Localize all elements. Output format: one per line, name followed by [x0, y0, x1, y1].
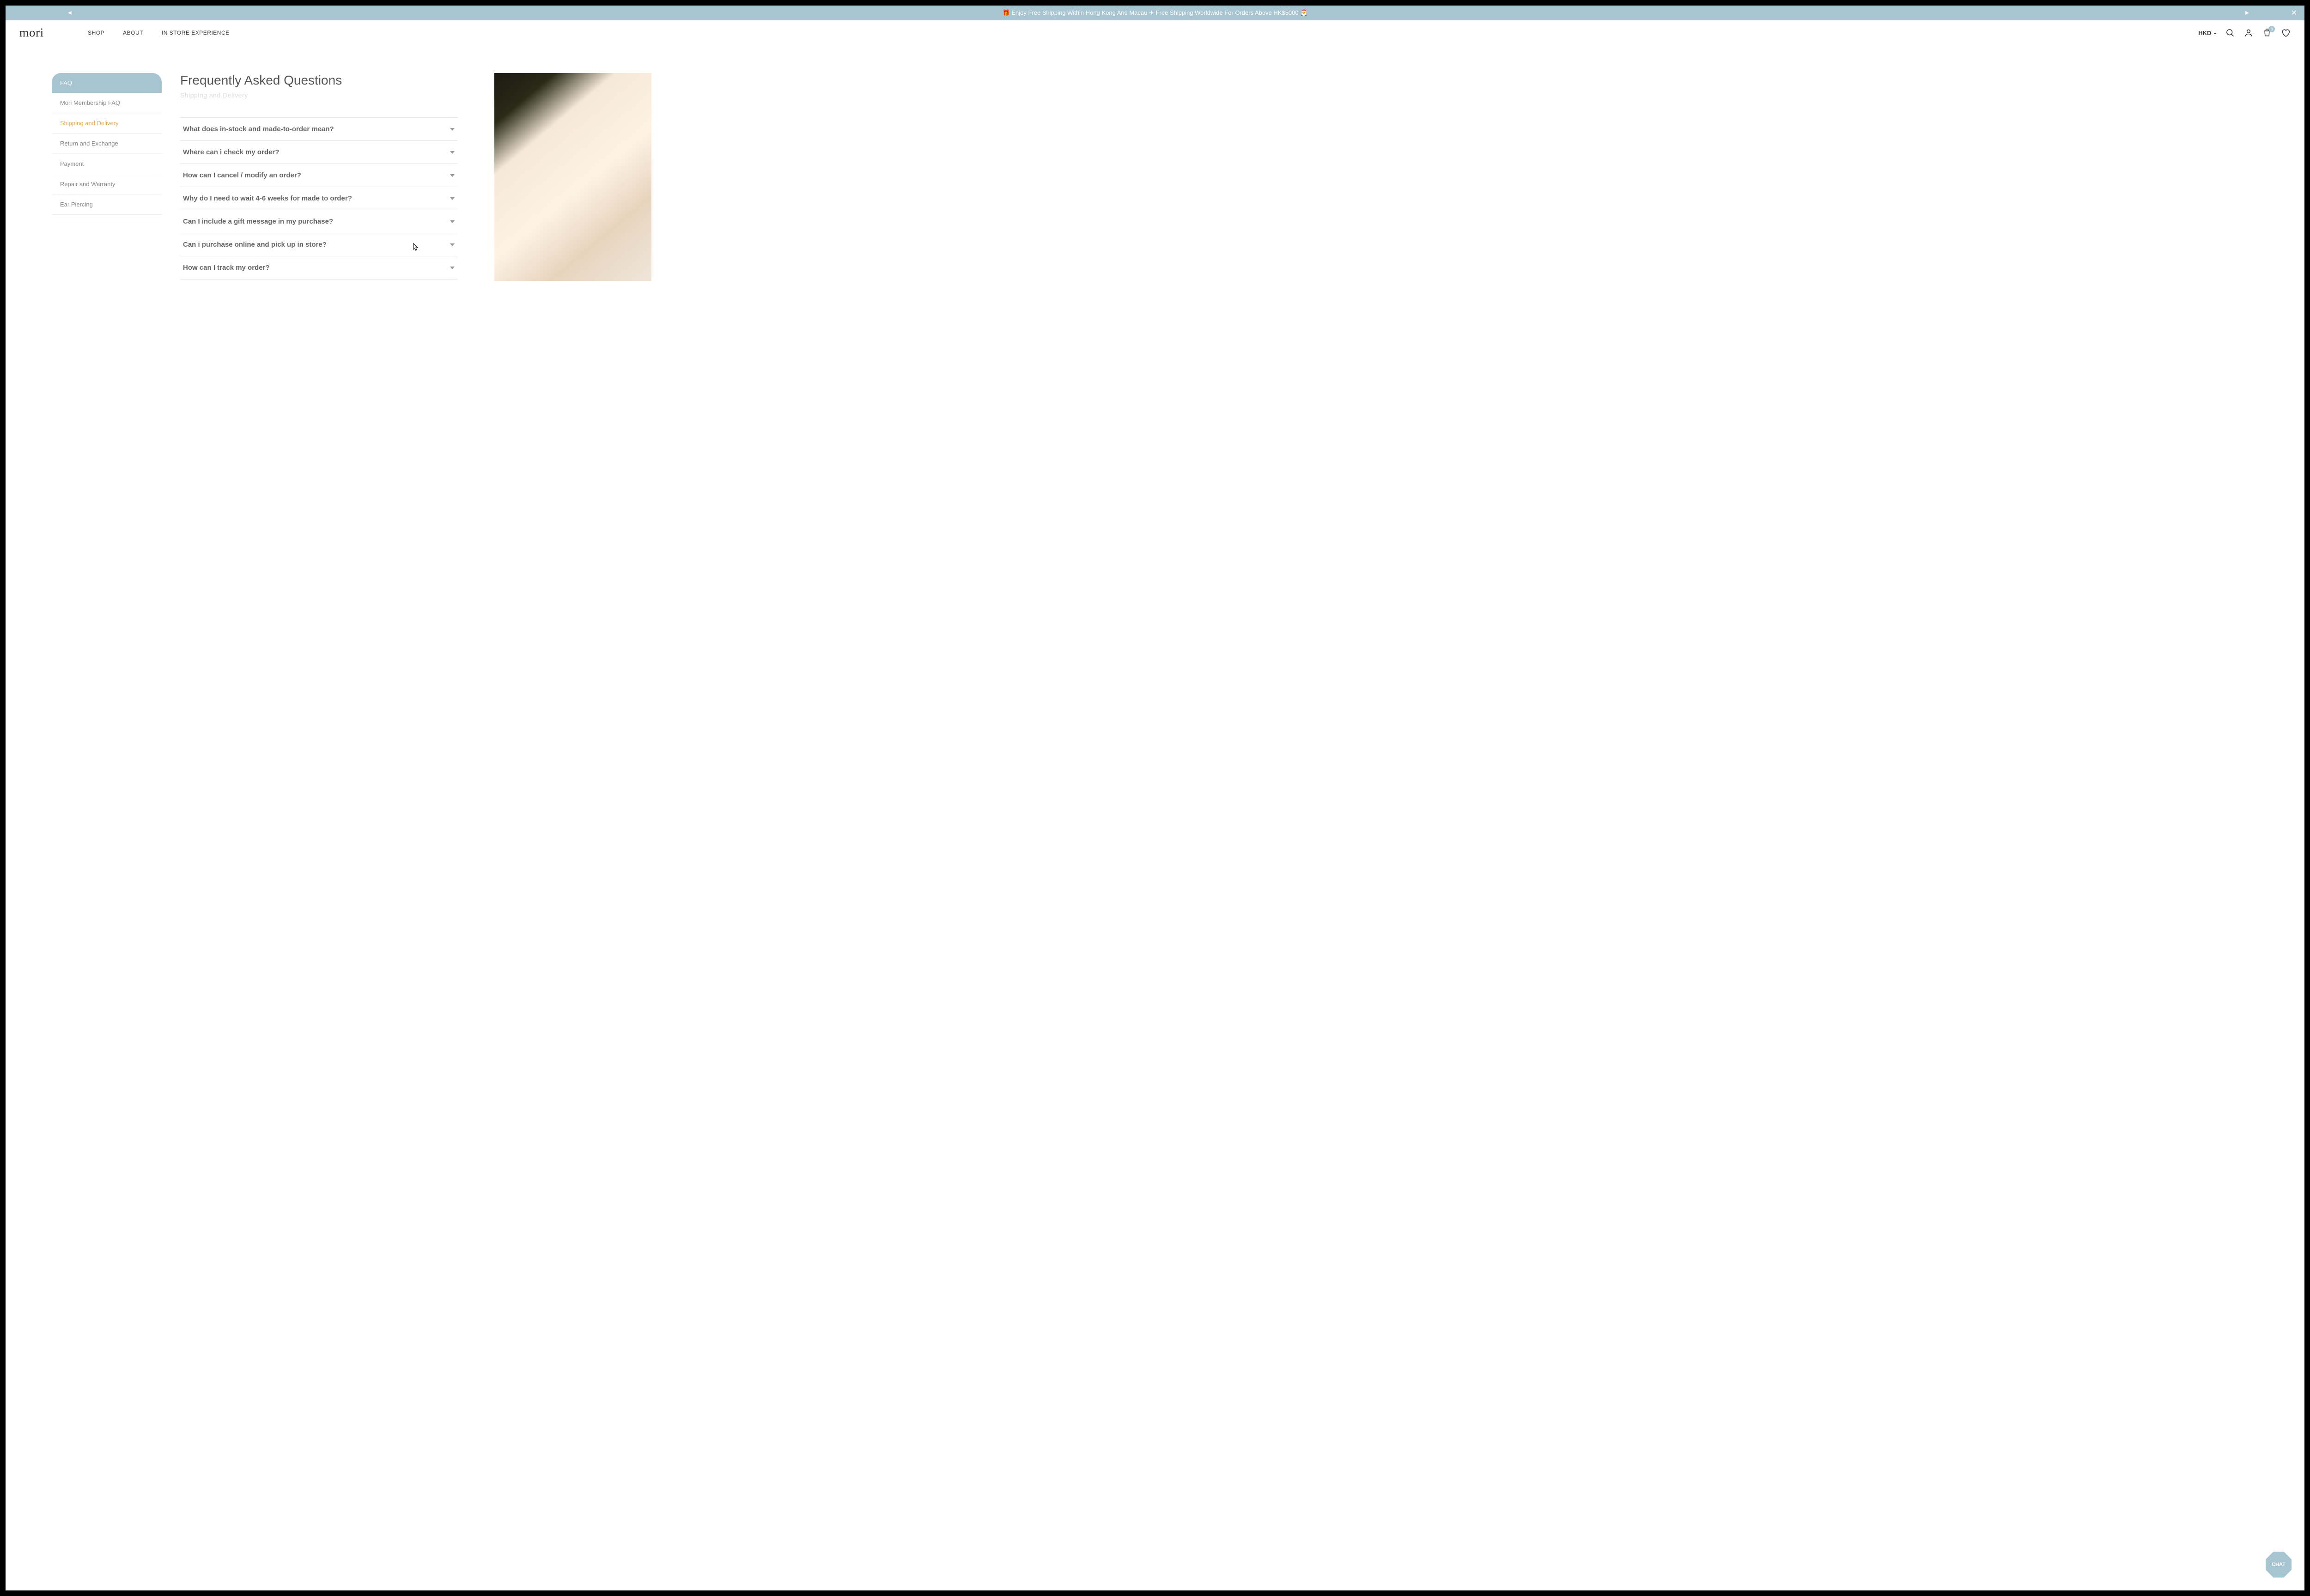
- sidebar-item-ear-piercing[interactable]: Ear Piercing: [52, 194, 162, 215]
- announce-prev-icon[interactable]: ◀: [68, 11, 72, 16]
- faq-question: How can I track my order?: [183, 264, 270, 272]
- faq-question: Can i purchase online and pick up in sto…: [183, 241, 327, 249]
- sidebar-item-label: FAQ: [60, 79, 72, 86]
- announce-text: 🎁 Enjoy Free Shipping Within Hong Kong A…: [1003, 9, 1308, 17]
- faq-question: Why do I need to wait 4-6 weeks for made…: [183, 194, 352, 202]
- faq-question: What does in-stock and made-to-order mea…: [183, 125, 334, 133]
- wishlist-icon[interactable]: [2280, 28, 2291, 38]
- faq-item-pickup[interactable]: Can i purchase online and pick up in sto…: [180, 233, 457, 256]
- chevron-down-icon: [450, 267, 455, 269]
- site-header: mori SHOP ABOUT IN STORE EXPERIENCE HKD …: [6, 20, 2304, 45]
- sidebar-item-label: Return and Exchange: [60, 140, 118, 147]
- chevron-down-icon: ⌄: [2213, 30, 2217, 36]
- sidebar-item-shipping[interactable]: Shipping and Delivery: [52, 113, 162, 134]
- sidebar-item-label: Mori Membership FAQ: [60, 99, 120, 106]
- sidebar-item-repair[interactable]: Repair and Warranty: [52, 174, 162, 194]
- app-window: ◀ 🎁 Enjoy Free Shipping Within Hong Kong…: [6, 6, 2304, 1590]
- faq-item-gift-message[interactable]: Can I include a gift message in my purch…: [180, 210, 457, 233]
- page-title: Frequently Asked Questions: [180, 73, 457, 88]
- cart-icon[interactable]: 0: [2262, 28, 2272, 38]
- chevron-down-icon: [450, 151, 455, 154]
- faq-question: Can I include a gift message in my purch…: [183, 218, 333, 225]
- page-content: FAQ Mori Membership FAQ Shipping and Del…: [6, 45, 2304, 1590]
- cart-count-badge: 0: [2268, 26, 2275, 32]
- sidebar-item-payment[interactable]: Payment: [52, 154, 162, 174]
- chevron-down-icon: [450, 174, 455, 177]
- nav-about[interactable]: ABOUT: [123, 30, 143, 36]
- main-nav: SHOP ABOUT IN STORE EXPERIENCE: [88, 30, 230, 36]
- faq-main: Frequently Asked Questions Shipping and …: [180, 73, 457, 1572]
- chevron-down-icon: [450, 128, 455, 131]
- sidebar-item-label: Payment: [60, 160, 84, 167]
- faq-question: Where can i check my order?: [183, 148, 279, 156]
- faq-accordion: What does in-stock and made-to-order mea…: [180, 117, 457, 279]
- faq-question: How can I cancel / modify an order?: [183, 171, 301, 179]
- currency-label: HKD: [2198, 30, 2211, 36]
- sidebar-item-return[interactable]: Return and Exchange: [52, 134, 162, 154]
- account-icon[interactable]: [2243, 28, 2254, 38]
- faq-sidebar: FAQ Mori Membership FAQ Shipping and Del…: [52, 73, 162, 1572]
- faq-image-column: [494, 73, 651, 1572]
- nav-instore[interactable]: IN STORE EXPERIENCE: [162, 30, 230, 36]
- announcement-bar: ◀ 🎁 Enjoy Free Shipping Within Hong Kong…: [6, 6, 2304, 20]
- announce-next-icon[interactable]: ▶: [2245, 11, 2249, 16]
- announce-close-icon[interactable]: ✕: [2291, 8, 2297, 18]
- faq-item-cancel-modify[interactable]: How can I cancel / modify an order?: [180, 164, 457, 187]
- page-subtitle: Shipping and Delivery: [180, 91, 457, 99]
- sidebar-item-faq[interactable]: FAQ: [52, 73, 162, 93]
- nav-shop[interactable]: SHOP: [88, 30, 104, 36]
- faq-item-check-order[interactable]: Where can i check my order?: [180, 141, 457, 164]
- faq-hero-image: [494, 73, 651, 281]
- sidebar-item-label: Ear Piercing: [60, 201, 93, 208]
- chat-label: CHAT: [2272, 1562, 2286, 1567]
- chevron-down-icon: [450, 243, 455, 246]
- sidebar-item-membership[interactable]: Mori Membership FAQ: [52, 93, 162, 113]
- faq-item-wait-time[interactable]: Why do I need to wait 4-6 weeks for made…: [180, 187, 457, 210]
- sidebar-item-label: Repair and Warranty: [60, 181, 115, 188]
- faq-item-instock[interactable]: What does in-stock and made-to-order mea…: [180, 118, 457, 141]
- currency-selector[interactable]: HKD ⌄: [2198, 30, 2217, 36]
- faq-item-track-order[interactable]: How can I track my order?: [180, 256, 457, 279]
- chevron-down-icon: [450, 197, 455, 200]
- search-icon[interactable]: [2225, 28, 2235, 38]
- sidebar-item-label: Shipping and Delivery: [60, 120, 118, 127]
- site-logo[interactable]: mori: [19, 26, 44, 40]
- header-right: HKD ⌄ 0: [2198, 28, 2291, 38]
- chevron-down-icon: [450, 220, 455, 223]
